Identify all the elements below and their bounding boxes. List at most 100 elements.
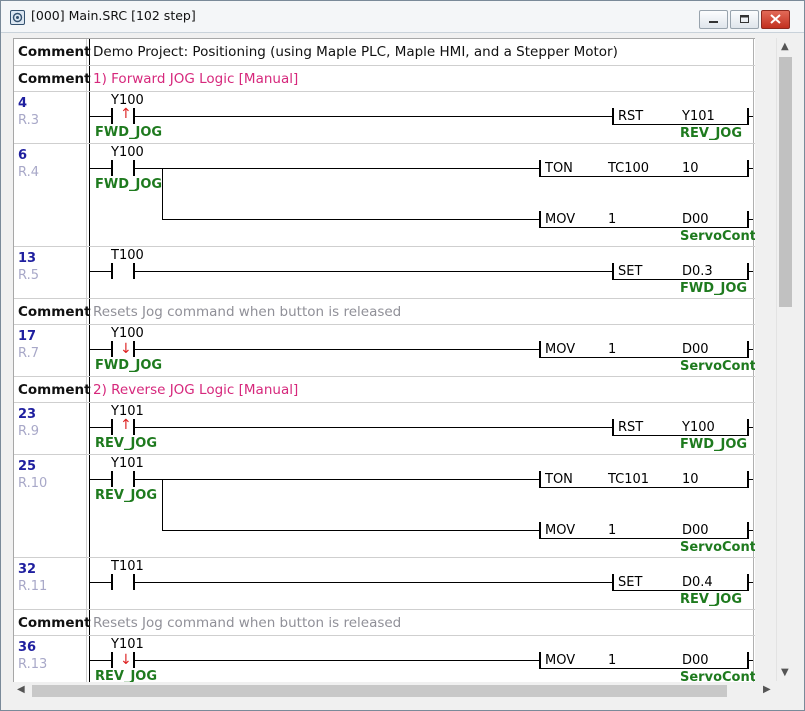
rung-wire xyxy=(747,271,753,272)
comment-label: Comment xyxy=(18,44,91,60)
rung-wire xyxy=(90,116,111,117)
maximize-button[interactable] xyxy=(730,10,759,29)
minimize-button[interactable] xyxy=(699,10,728,29)
comment-text[interactable]: Resets Jog command when button is releas… xyxy=(93,615,401,631)
comment-label: Comment xyxy=(18,71,91,87)
maximize-icon xyxy=(740,15,749,23)
instruction-opcode: RST xyxy=(618,109,644,124)
ladder-editor[interactable]: Comment Demo Project: Positioning (using … xyxy=(13,38,755,682)
operand-alias: REV_JOG xyxy=(680,126,743,141)
row-divider xyxy=(14,324,755,325)
rung-number: R.7 xyxy=(18,346,39,361)
rung-wire xyxy=(747,479,753,480)
instruction-operand-2: Y100 xyxy=(682,420,715,435)
rung-wire xyxy=(747,168,753,169)
instruction-underline xyxy=(612,590,747,591)
instruction-operand-1: 1 xyxy=(608,342,617,357)
instruction-underline xyxy=(539,668,747,669)
contact-address[interactable]: Y100 xyxy=(111,326,144,341)
contact-alias: FWD_JOG xyxy=(95,358,163,373)
instruction-operand-2: D00 xyxy=(682,653,709,668)
contact-left-bar xyxy=(111,652,113,668)
contact-address[interactable]: Y100 xyxy=(111,145,144,160)
instruction-operand-2: D00 xyxy=(682,523,709,538)
rung-number: R.9 xyxy=(18,424,39,439)
comment-text[interactable]: 1) Forward JOG Logic [Manual] xyxy=(93,71,298,87)
app-icon[interactable] xyxy=(10,10,25,25)
comment-text[interactable]: Demo Project: Positioning (using Maple P… xyxy=(93,44,618,60)
rung-number: R.3 xyxy=(18,113,39,128)
comment-text[interactable]: 2) Reverse JOG Logic [Manual] xyxy=(93,382,298,398)
contact-address[interactable]: T101 xyxy=(111,559,144,574)
instruction-underline xyxy=(539,538,747,539)
title-bar[interactable]: [000] Main.SRC [102 step] xyxy=(1,1,804,33)
left-power-rail xyxy=(89,39,90,682)
contact-left-bar xyxy=(111,574,113,590)
contact-alias: FWD_JOG xyxy=(95,125,163,140)
comment-label: Comment xyxy=(18,304,91,320)
contact-address[interactable]: Y101 xyxy=(111,637,144,652)
instruction-operand-2: D00 xyxy=(682,342,709,357)
rung-wire xyxy=(135,660,539,661)
rising-edge-icon: ↑ xyxy=(120,417,132,433)
comment-label: Comment xyxy=(18,382,91,398)
contact-left-bar xyxy=(111,419,113,435)
rung-wire xyxy=(135,349,539,350)
row-divider xyxy=(14,91,755,92)
step-number: 6 xyxy=(18,148,28,163)
row-divider xyxy=(14,609,755,610)
contact-left-bar xyxy=(111,263,113,279)
scroll-right-icon[interactable]: ▶ xyxy=(763,685,771,695)
rung-wire xyxy=(90,660,111,661)
instruction-opcode: MOV xyxy=(545,653,576,668)
horizontal-scrollbar[interactable]: ◀ ▶ xyxy=(13,682,776,699)
instruction-opcode: SET xyxy=(618,264,643,279)
rung-wire xyxy=(747,660,753,661)
contact-left-bar xyxy=(111,160,113,176)
instruction-opcode: MOV xyxy=(545,212,576,227)
rung-wire xyxy=(135,582,612,583)
rung-wire xyxy=(90,168,111,169)
branch-wire xyxy=(162,219,539,220)
vertical-scrollbar[interactable]: ▲ ▼ xyxy=(776,38,794,681)
branch-wire xyxy=(162,530,539,531)
falling-edge-icon: ↓ xyxy=(120,652,132,668)
contact-address[interactable]: T100 xyxy=(111,248,144,263)
close-button[interactable] xyxy=(761,10,790,29)
row-divider xyxy=(14,635,755,636)
contact-alias: REV_JOG xyxy=(95,669,158,682)
rung-wire xyxy=(747,349,753,350)
rung-wire xyxy=(90,349,111,350)
scroll-left-icon[interactable]: ◀ xyxy=(17,685,25,695)
contact-left-bar xyxy=(111,341,113,357)
operand-alias: ServoCont xyxy=(680,670,755,682)
instruction-operand-2: D0.4 xyxy=(682,575,713,590)
row-divider xyxy=(14,65,755,66)
instruction-operand-2: Y101 xyxy=(682,109,715,124)
close-icon xyxy=(770,14,781,24)
rung-number: R.10 xyxy=(18,476,48,491)
row-divider xyxy=(14,246,755,247)
window-title: [000] Main.SRC [102 step] xyxy=(31,8,196,23)
instruction-underline xyxy=(612,435,747,436)
instruction-underline xyxy=(539,357,747,358)
instruction-operand-1: 1 xyxy=(608,653,617,668)
scroll-down-icon[interactable]: ▼ xyxy=(781,668,789,678)
comment-text[interactable]: Resets Jog command when button is releas… xyxy=(93,304,401,320)
falling-edge-icon: ↓ xyxy=(120,341,132,357)
contact-left-bar xyxy=(111,471,113,487)
operand-alias: FWD_JOG xyxy=(680,437,748,452)
vertical-scroll-thumb[interactable] xyxy=(779,57,792,307)
scroll-up-icon[interactable]: ▲ xyxy=(781,42,789,52)
rung-wire xyxy=(90,479,111,480)
contact-alias: REV_JOG xyxy=(95,488,158,503)
branch-wire xyxy=(162,479,163,530)
step-number: 17 xyxy=(18,329,37,344)
step-number: 36 xyxy=(18,640,37,655)
step-number: 25 xyxy=(18,459,37,474)
horizontal-scroll-thumb[interactable] xyxy=(32,685,727,697)
comment-label: Comment xyxy=(18,615,91,631)
instruction-underline xyxy=(539,176,747,177)
contact-address[interactable]: Y101 xyxy=(111,456,144,471)
instruction-opcode: SET xyxy=(618,575,643,590)
